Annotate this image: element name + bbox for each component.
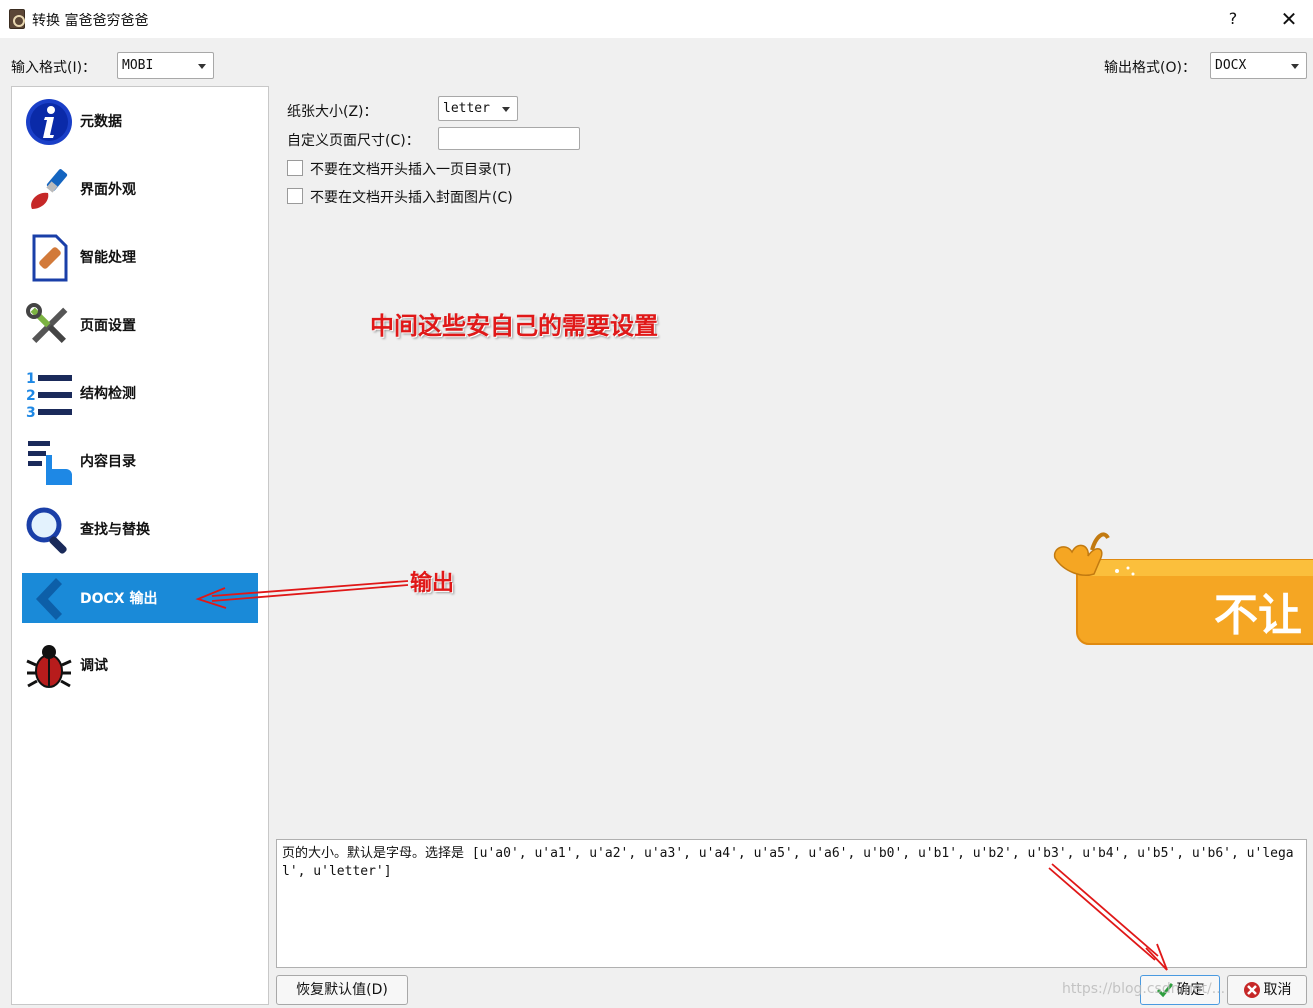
svg-text:2: 2 xyxy=(26,388,36,404)
app-icon xyxy=(9,9,25,29)
chevron-down-icon xyxy=(1291,64,1299,69)
window-title: 转换 富爸爸穷爸爸 xyxy=(32,13,149,29)
sidebar-item-heuristics[interactable]: 智能处理 xyxy=(22,232,258,282)
sidebar-item-structure-detection[interactable]: 1 2 3 结构检测 xyxy=(22,368,258,419)
options-panel: 纸张大小(Z)： letter 自定义页面尺寸(C)： 不要在文档开头插入一页目… xyxy=(273,86,1313,836)
custom-size-input[interactable] xyxy=(438,127,580,150)
chevron-down-icon xyxy=(502,107,510,112)
sidebar-item-label: 元数据 xyxy=(80,114,122,130)
no-cover-label: 不要在文档开头插入封面图片(C) xyxy=(310,190,513,206)
numbered-list-icon: 1 2 3 xyxy=(26,371,72,419)
sidebar-item-label: 内容目录 xyxy=(80,454,136,470)
cancel-label: 取消 xyxy=(1263,982,1292,998)
sidebar-item-docx-output[interactable]: DOCX 输出 xyxy=(22,573,258,623)
sidebar-item-label: 界面外观 xyxy=(80,182,136,198)
help-button[interactable]: ? xyxy=(1222,6,1244,32)
output-format-select[interactable]: DOCX xyxy=(1210,52,1307,79)
paper-size-value: letter xyxy=(443,101,490,116)
sidebar-item-label: 结构检测 xyxy=(80,386,136,402)
document-bandage-icon xyxy=(32,234,68,282)
sidebar-item-label: DOCX 输出 xyxy=(80,591,158,607)
output-format-value: DOCX xyxy=(1215,58,1247,73)
title-bar: 转换 富爸爸穷爸爸 ? ✕ xyxy=(0,0,1313,38)
close-button[interactable]: ✕ xyxy=(1276,6,1302,32)
no-toc-label: 不要在文档开头插入一页目录(T) xyxy=(310,162,512,178)
chevron-down-icon xyxy=(198,64,206,69)
cancel-button[interactable]: 取消 xyxy=(1227,975,1307,1005)
input-format-value: MOBI xyxy=(122,58,154,73)
input-format-label: 输入格式(I)： xyxy=(11,60,97,76)
watermark: https://blog.csdn.net/... xyxy=(1062,981,1226,997)
restore-defaults-button[interactable]: 恢复默认值(D) xyxy=(276,975,408,1005)
svg-text:3: 3 xyxy=(26,405,36,419)
banner-text: 不让 xyxy=(1214,590,1302,641)
paper-size-select[interactable]: letter xyxy=(438,96,518,121)
sidebar-item-page-setup[interactable]: 页面设置 xyxy=(22,300,258,350)
sidebar-item-debug[interactable]: 调试 xyxy=(22,640,258,690)
help-text-box: 页的大小。默认是字母。选择是 [u'a0', u'a1', u'a2', u'a… xyxy=(276,839,1307,968)
magnifier-icon xyxy=(26,507,67,554)
chevron-left-icon xyxy=(36,578,62,620)
svg-text:1: 1 xyxy=(26,371,36,387)
sidebar-item-look-feel[interactable]: 界面外观 xyxy=(22,164,258,214)
annotation-middle-text: 中间这些安自己的需要设置 xyxy=(370,311,658,340)
paper-size-label: 纸张大小(Z)： xyxy=(287,104,378,120)
sidebar-item-label: 查找与替换 xyxy=(80,522,150,538)
sidebar-item-metadata[interactable]: 元数据 xyxy=(22,96,258,146)
sidebar-item-label: 页面设置 xyxy=(80,318,136,334)
paintbrush-icon xyxy=(31,169,68,209)
bug-icon xyxy=(26,645,72,688)
tools-icon xyxy=(26,303,68,343)
sidebar-item-label: 调试 xyxy=(80,658,108,674)
sidebar-item-search-replace[interactable]: 查找与替换 xyxy=(22,504,258,554)
sidebar-item-table-of-contents[interactable]: 内容目录 xyxy=(22,436,258,486)
sidebar-item-label: 智能处理 xyxy=(80,250,136,266)
no-cover-checkbox[interactable] xyxy=(287,188,303,204)
toc-pointer-icon xyxy=(28,441,72,485)
annotation-output-text: 输出 xyxy=(410,570,455,596)
sidebar: 元数据 界面外观 智能处理 页面设置 1 2 3 结构检测 内容目录 查找与替换… xyxy=(11,86,269,1005)
no-toc-checkbox[interactable] xyxy=(287,160,303,176)
cancel-icon xyxy=(1243,982,1260,998)
input-format-select[interactable]: MOBI xyxy=(117,52,214,79)
info-icon xyxy=(26,99,72,145)
output-format-label: 输出格式(O)： xyxy=(1104,60,1196,76)
custom-size-label: 自定义页面尺寸(C)： xyxy=(287,133,420,149)
